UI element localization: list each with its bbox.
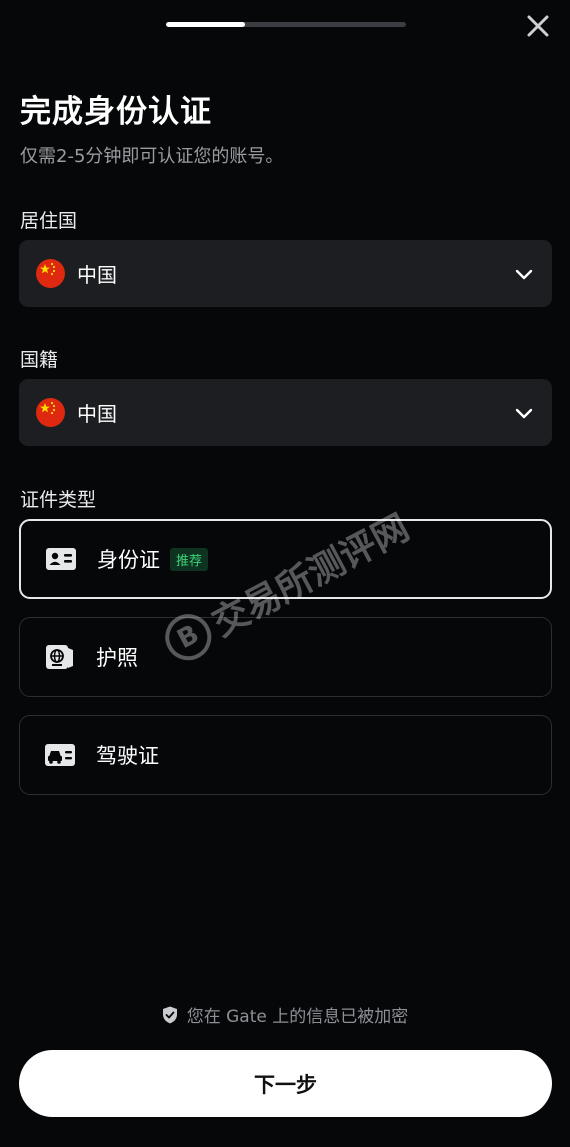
document-option-label: 驾驶证 — [96, 744, 159, 768]
chevron-down-icon — [515, 408, 533, 418]
nationality-label: 国籍 — [20, 349, 59, 371]
document-option-id-card[interactable]: 身份证 推荐 — [19, 519, 552, 599]
china-flag-icon — [36, 259, 65, 288]
nationality-value: 中国 — [77, 402, 117, 426]
document-option-passport[interactable]: 护照 — [19, 617, 552, 697]
recommended-badge: 推荐 — [170, 547, 209, 571]
page-subtitle: 仅需2-5分钟即可认证您的账号。 — [20, 146, 284, 167]
document-option-label: 护照 — [96, 646, 138, 670]
chevron-down-icon — [515, 269, 533, 279]
page-title: 完成身份认证 — [20, 94, 212, 130]
close-icon[interactable] — [524, 12, 552, 40]
china-flag-icon — [36, 398, 65, 427]
security-note: 您在 Gate 上的信息已被加密 — [0, 1002, 570, 1027]
progress-fill — [166, 22, 246, 27]
driver-license-icon — [45, 744, 75, 766]
id-card-icon — [46, 548, 76, 570]
residence-value: 中国 — [77, 263, 117, 287]
progress-bar — [166, 22, 406, 27]
document-type-label: 证件类型 — [20, 489, 97, 511]
residence-select[interactable]: 中国 — [19, 240, 552, 307]
shield-check-icon — [162, 1006, 177, 1023]
next-button[interactable]: 下一步 — [19, 1050, 552, 1117]
document-option-label: 身份证 — [97, 548, 160, 572]
passport-icon — [46, 645, 73, 669]
nationality-select[interactable]: 中国 — [19, 379, 552, 446]
document-option-driver-license[interactable]: 驾驶证 — [19, 715, 552, 795]
residence-label: 居住国 — [20, 210, 78, 232]
security-note-text: 您在 Gate 上的信息已被加密 — [186, 1007, 409, 1027]
